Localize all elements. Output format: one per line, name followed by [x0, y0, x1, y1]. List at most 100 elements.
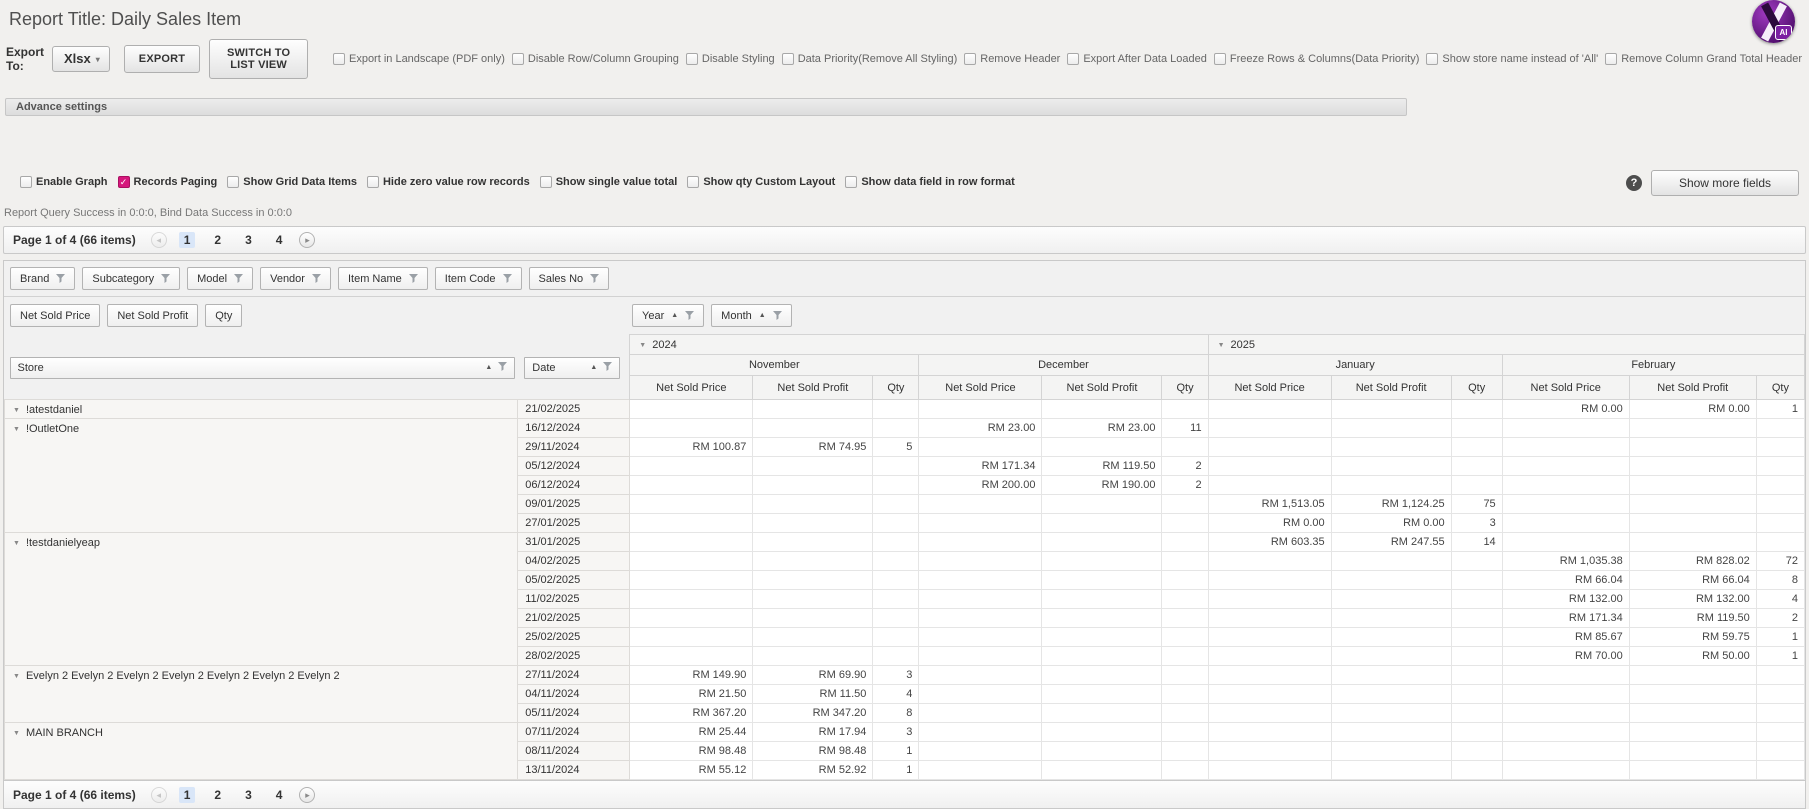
pager-next-button[interactable]: ▸ [299, 786, 316, 803]
value-cell: RM 247.55 [1330, 532, 1452, 552]
display-option-3[interactable]: Hide zero value row records [366, 176, 530, 188]
pager-prev-button[interactable]: ◂ [150, 232, 167, 248]
value-cell [1450, 551, 1503, 571]
value-cell [1501, 418, 1630, 438]
store-group-cell[interactable]: ▼ !OutletOne [3, 418, 519, 533]
column-field-year[interactable]: Year ▲ [632, 304, 705, 327]
row-header-area: Store ▲ Date ▲ [4, 334, 630, 400]
export-option-label-3: Data Priority(Remove All Styling) [797, 53, 958, 65]
column-field-month[interactable]: Month ▲ [711, 304, 792, 327]
collapse-icon[interactable]: ▼ [1218, 342, 1225, 349]
filter-field-item-name[interactable]: Item Name [337, 267, 428, 290]
value-cell [1450, 437, 1503, 457]
collapse-icon[interactable]: ▼ [13, 730, 20, 737]
show-more-fields-button[interactable]: Show more fields [1650, 170, 1799, 196]
help-icon[interactable]: ? [1625, 175, 1642, 191]
data-field-net-sold-profit[interactable]: Net Sold Profit [107, 304, 199, 327]
value-cell: 3 [872, 665, 920, 685]
filter-field-model[interactable]: Model [187, 267, 254, 290]
display-option-2[interactable]: Show Grid Data Items [227, 176, 357, 188]
store-group-cell[interactable]: ▼ Evelyn 2 Evelyn 2 Evelyn 2 Evelyn 2 Eve… [3, 665, 519, 723]
value-cell [918, 608, 1043, 628]
export-option-7[interactable]: Show store name instead of 'All' [1426, 53, 1598, 65]
collapse-icon[interactable]: ▼ [13, 407, 20, 414]
export-option-0[interactable]: Export in Landscape (PDF only) [332, 53, 505, 65]
export-option-checkbox-8[interactable] [1605, 53, 1618, 65]
value-cell: 4 [1755, 589, 1806, 609]
page-number-4[interactable]: 4 [271, 232, 288, 248]
page-number-3[interactable]: 3 [240, 787, 257, 803]
display-option-checkbox-0[interactable] [20, 176, 32, 188]
value-cell [1161, 646, 1209, 666]
export-option-checkbox-0[interactable] [332, 53, 345, 65]
date-column-header[interactable]: Date ▲ [524, 356, 621, 379]
value-cell [1041, 684, 1163, 704]
export-option-checkbox-1[interactable] [511, 53, 524, 65]
filter-field-sales-no[interactable]: Sales No [528, 267, 610, 290]
display-option-5[interactable]: Show qty Custom Layout [687, 176, 835, 188]
page-number-4[interactable]: 4 [271, 787, 288, 803]
switch-to-list-view-button[interactable]: SWITCH TO LIST VIEW [209, 39, 308, 79]
data-field-net-sold-price[interactable]: Net Sold Price [10, 304, 101, 327]
export-option-checkbox-5[interactable] [1067, 53, 1080, 65]
collapse-icon[interactable]: ▼ [13, 673, 20, 680]
year-group-2025[interactable]: ▼ 2025 [1207, 334, 1806, 355]
display-option-0[interactable]: Enable Graph [20, 176, 108, 188]
page-number-3[interactable]: 3 [240, 232, 257, 248]
display-option-checkbox-3[interactable] [366, 176, 379, 188]
display-option-6[interactable]: Show data field in row format [845, 176, 1015, 188]
store-group-cell[interactable]: ▼ !atestdaniel [3, 399, 519, 419]
year-group-2024[interactable]: ▼ 2024 [629, 334, 1209, 355]
display-option-4[interactable]: Show single value total [539, 176, 677, 188]
display-option-checkbox-2[interactable] [227, 176, 240, 188]
value-cell [872, 570, 920, 590]
value-cell [1161, 608, 1209, 628]
store-group-cell[interactable]: ▼ !testdanielyeap [3, 532, 519, 666]
display-option-checkbox-5[interactable] [687, 176, 700, 188]
export-option-8[interactable]: Remove Column Grand Total Header [1605, 53, 1802, 65]
export-button[interactable]: EXPORT [123, 45, 201, 73]
export-option-checkbox-7[interactable] [1426, 53, 1439, 65]
filter-field-subcategory[interactable]: Subcategory [82, 267, 181, 290]
page-number-2[interactable]: 2 [209, 232, 226, 248]
advance-settings-expander[interactable]: Advance settings [5, 98, 1407, 116]
app-logo[interactable]: AI [1752, 0, 1795, 43]
display-option-checkbox-4[interactable] [539, 176, 552, 188]
pager-next-button[interactable]: ▸ [299, 232, 316, 248]
export-option-6[interactable]: Freeze Rows & Columns(Data Priority) [1213, 53, 1419, 65]
export-option-3[interactable]: Data Priority(Remove All Styling) [781, 53, 958, 65]
page-number-2[interactable]: 2 [209, 787, 226, 803]
export-option-checkbox-4[interactable] [964, 53, 977, 65]
export-option-checkbox-6[interactable] [1213, 53, 1226, 65]
filter-field-brand[interactable]: Brand [10, 267, 76, 290]
display-option-1[interactable]: ✓ Records Paging [117, 176, 217, 188]
value-cell [1330, 418, 1452, 438]
collapse-icon[interactable]: ▼ [639, 342, 646, 349]
export-option-checkbox-2[interactable] [685, 53, 698, 65]
display-option-checkbox-6[interactable] [845, 176, 858, 188]
store-column-header[interactable]: Store ▲ [9, 356, 516, 379]
data-field-qty[interactable]: Qty [205, 304, 243, 327]
page-number-1[interactable]: 1 [178, 232, 196, 248]
export-format-dropdown[interactable]: Xlsx ▾ [52, 46, 110, 72]
export-option-checkbox-3[interactable] [781, 53, 794, 65]
value-cell [1330, 570, 1452, 590]
table-row: ▼ MAIN BRANCH 07/11/2024 RM 25.44 RM 17.94 3 [3, 722, 1806, 780]
collapse-icon[interactable]: ▼ [13, 426, 20, 433]
sort-asc-icon: ▲ [485, 364, 493, 371]
filter-field-vendor[interactable]: Vendor [260, 267, 331, 290]
filter-field-item-code[interactable]: Item Code [434, 267, 522, 290]
value-cell: RM 1,035.38 [1501, 551, 1630, 571]
chevron-down-icon: ▾ [95, 55, 100, 64]
value-cell [1207, 684, 1332, 704]
collapse-icon[interactable]: ▼ [13, 540, 20, 547]
export-option-1[interactable]: Disable Row/Column Grouping [511, 53, 679, 65]
page-title: Report Title: Daily Sales Item [9, 9, 242, 29]
export-option-4[interactable]: Remove Header [964, 53, 1060, 65]
display-option-checkbox-1[interactable]: ✓ [117, 176, 130, 188]
page-number-1[interactable]: 1 [178, 786, 196, 803]
export-option-5[interactable]: Export After Data Loaded [1067, 53, 1207, 65]
export-option-2[interactable]: Disable Styling [685, 53, 775, 65]
pager-prev-button[interactable]: ◂ [150, 786, 167, 803]
store-group-cell[interactable]: ▼ MAIN BRANCH [3, 722, 519, 780]
